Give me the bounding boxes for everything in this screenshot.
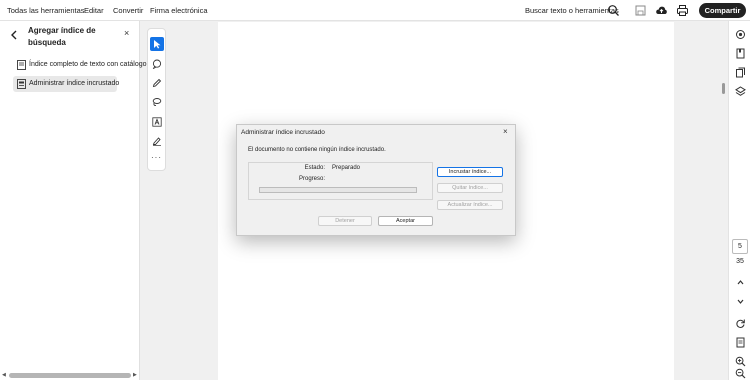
bookmark-icon[interactable] bbox=[735, 48, 746, 59]
dialog-message: El documento no contiene ningún índice i… bbox=[248, 147, 386, 153]
panel-title: Agregar índice de búsqueda bbox=[28, 26, 96, 47]
more-tools-icon[interactable]: ··· bbox=[151, 153, 162, 162]
fill-sign-icon bbox=[152, 137, 161, 146]
catalog-icon bbox=[17, 60, 26, 70]
panel-item-label: Índice completo de texto con catálogo bbox=[29, 61, 147, 68]
panel-close-icon[interactable]: × bbox=[124, 28, 129, 38]
tool-select[interactable] bbox=[150, 37, 164, 51]
pages-icon[interactable] bbox=[735, 67, 746, 78]
lasso-icon bbox=[152, 98, 162, 107]
accept-button[interactable]: Aceptar bbox=[378, 216, 433, 226]
embedded-index-icon bbox=[17, 79, 26, 89]
status-label: Estado: bbox=[304, 165, 325, 171]
rotate-refresh-icon[interactable] bbox=[735, 318, 746, 329]
menu-edit[interactable]: Editar bbox=[84, 6, 104, 15]
scroll-left-arrow-icon[interactable]: ◀ bbox=[2, 372, 6, 378]
panel-item-full-text-index[interactable]: Índice completo de texto con catálogo bbox=[13, 57, 147, 73]
remove-index-button[interactable]: Quitar índice... bbox=[437, 183, 503, 193]
tool-pen[interactable] bbox=[150, 76, 164, 90]
text-box-icon bbox=[152, 117, 162, 127]
search-tools-label[interactable]: Buscar texto o herramientas bbox=[525, 6, 619, 15]
top-menu-bar: Todas las herramientas Editar Convertir … bbox=[0, 0, 750, 21]
manage-embedded-index-dialog: Administrar índice incrustado × El docum… bbox=[236, 124, 516, 236]
select-cursor-icon bbox=[154, 40, 161, 49]
tool-fill-sign[interactable] bbox=[150, 134, 164, 148]
ai-assistant-icon[interactable] bbox=[735, 29, 746, 40]
panel-item-manage-embedded-index[interactable]: Administrar índice incrustado bbox=[13, 76, 120, 92]
dialog-title: Administrar índice incrustado bbox=[241, 129, 325, 136]
embed-index-button[interactable]: Incrustar índice... bbox=[437, 167, 503, 177]
update-index-button[interactable]: Actualizar índice... bbox=[437, 200, 503, 210]
pen-icon bbox=[152, 78, 162, 88]
chevron-up-icon[interactable] bbox=[735, 277, 746, 288]
menu-convert[interactable]: Convertir bbox=[113, 6, 143, 15]
quick-tools-strip: ··· bbox=[147, 28, 166, 171]
panel-item-label: Administrar índice incrustado bbox=[29, 80, 120, 87]
menu-e-sign[interactable]: Firma electrónica bbox=[150, 6, 208, 15]
document-vertical-scrollbar[interactable] bbox=[722, 83, 725, 94]
tool-comment[interactable] bbox=[150, 57, 164, 71]
share-button[interactable]: Compartir bbox=[699, 3, 746, 18]
save-icon[interactable] bbox=[634, 4, 647, 17]
progress-label: Progreso: bbox=[298, 176, 325, 182]
zoom-in-icon[interactable] bbox=[735, 356, 746, 367]
tool-text-box[interactable] bbox=[150, 115, 164, 129]
index-progress-bar bbox=[259, 187, 417, 193]
tool-lasso[interactable] bbox=[150, 95, 164, 109]
page-view-icon[interactable] bbox=[735, 337, 746, 348]
left-tool-panel: Agregar índice de búsqueda × Índice comp… bbox=[0, 21, 147, 380]
dialog-close-icon[interactable]: × bbox=[503, 127, 508, 136]
scrollbar-thumb[interactable] bbox=[9, 373, 131, 378]
search-icon[interactable] bbox=[607, 4, 620, 17]
stop-button[interactable]: Detener bbox=[318, 216, 372, 226]
chevron-down-icon[interactable] bbox=[735, 296, 746, 307]
layers-icon[interactable] bbox=[735, 86, 746, 97]
status-value: Preparado bbox=[332, 165, 361, 171]
index-status-group: Estado: Preparado Progreso: bbox=[248, 162, 433, 200]
comment-icon bbox=[152, 59, 162, 69]
zoom-out-icon[interactable] bbox=[735, 368, 746, 379]
menu-all-tools[interactable]: Todas las herramientas bbox=[7, 6, 85, 15]
cloud-upload-icon[interactable] bbox=[655, 4, 668, 17]
print-icon[interactable] bbox=[676, 4, 689, 17]
current-page-input[interactable]: 5 bbox=[732, 239, 748, 254]
back-arrow-icon[interactable] bbox=[10, 30, 18, 40]
scroll-right-arrow-icon[interactable]: ▶ bbox=[133, 372, 137, 378]
right-rail: 5 35 bbox=[728, 21, 750, 380]
panel-horizontal-scrollbar[interactable]: ◀ ▶ bbox=[2, 372, 138, 378]
total-pages: 35 bbox=[736, 258, 744, 265]
